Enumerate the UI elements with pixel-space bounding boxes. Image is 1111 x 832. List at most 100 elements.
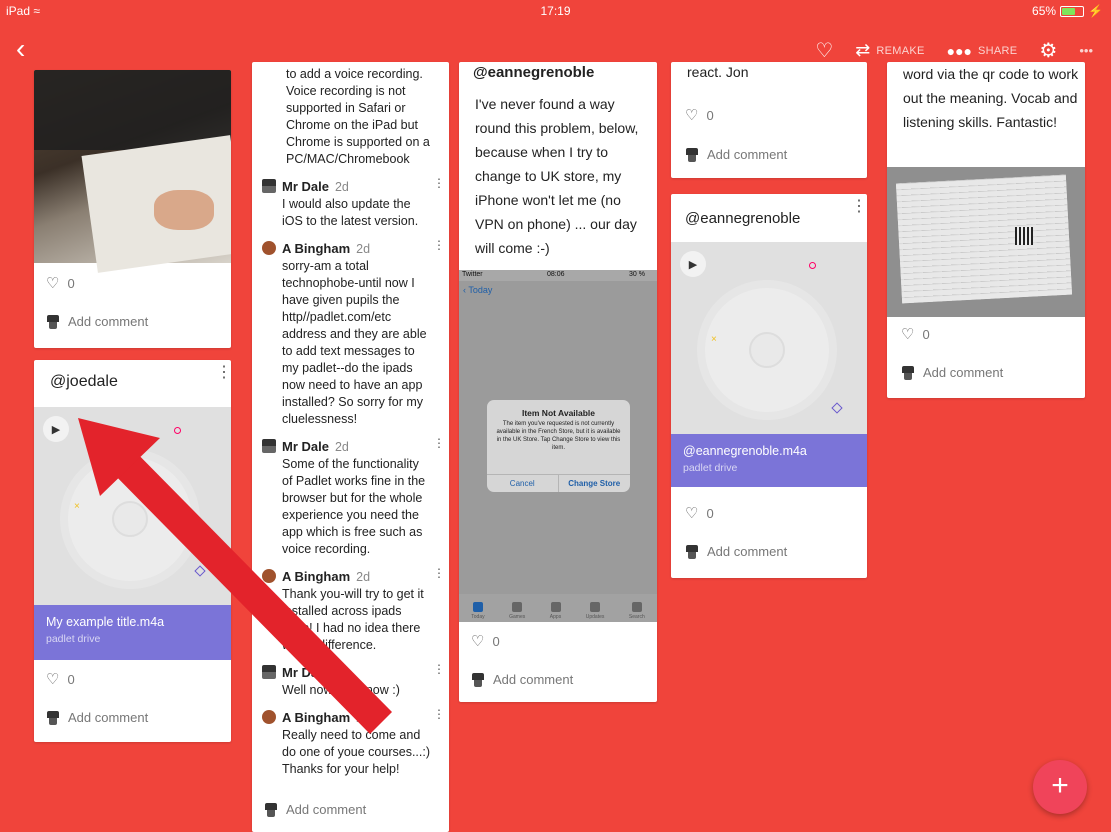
comment-menu-kebab-icon[interactable]: ⋮ [433, 239, 445, 251]
comment-author: A Bingham [282, 710, 351, 725]
play-button[interactable]: ▶ [680, 251, 706, 277]
profile-avatar-icon [262, 241, 276, 255]
comment-item: A Bingham 2d Thank you-will try to get it … [252, 567, 449, 654]
status-bar: iPad ≈ 17:19 65% ⚡ [0, 0, 1111, 22]
comment-menu-kebab-icon[interactable]: ⋮ [433, 708, 445, 720]
post-title: @eannegrenoble [685, 210, 801, 227]
audio-file-name: @eannegrenoble.m4a [683, 444, 807, 458]
comment-text: Thank you-will try to get it installed a… [282, 587, 424, 652]
like-row[interactable]: ♡ 0 [46, 670, 75, 688]
comment-item: Mr Dale 2d I would also update the iOS to … [252, 177, 449, 230]
comment-item: Mr Dale 2d Well now you know :) ⋮ [252, 663, 449, 699]
comment-time: 2d [334, 180, 349, 194]
gear-icon: ⚙ [1039, 40, 1058, 62]
like-row[interactable]: ♡ 0 [471, 632, 500, 650]
comment-time: 2d [356, 570, 371, 584]
comment-author: Mr Dale [282, 665, 329, 680]
audio-file-name: My example title.m4a [46, 615, 165, 629]
post-card-top-col4[interactable]: react. Jon ♡ 0 Add comment [671, 62, 867, 178]
phone-tab-3: Updates [586, 602, 604, 620]
back-chevron-icon[interactable]: ‹ [16, 35, 25, 63]
phone-tab-4: Search [629, 602, 645, 620]
phone-alert: Item Not Available The item you've reque… [487, 400, 630, 492]
comment-menu-kebab-icon[interactable]: ⋮ [433, 177, 445, 189]
audio-file-label[interactable]: @eannegrenoble.m4a padlet drive [671, 434, 867, 487]
audio-artwork: ▶ × [671, 242, 867, 434]
settings-button[interactable]: ⚙ [1039, 38, 1057, 63]
more-button[interactable]: ••• [1079, 43, 1093, 58]
comment-author: A Bingham [282, 241, 351, 256]
audio-file-source: padlet drive [683, 462, 738, 474]
phone-tab-0: Today [471, 602, 485, 620]
post-title: @joedale [50, 373, 118, 390]
like-row[interactable]: ♡ 0 [46, 274, 75, 292]
comment-item: A Bingham 2d sorry-am a total technophobe-… [252, 239, 449, 428]
post-card-audio-joedale[interactable]: @joedale ⋮ ▶ × My example title.m4a padl… [34, 360, 231, 742]
user-avatar-icon [262, 179, 276, 193]
comment-menu-kebab-icon[interactable]: ⋮ [433, 663, 445, 675]
comment-menu-kebab-icon[interactable]: ⋮ [433, 437, 445, 449]
user-avatar-icon [262, 665, 276, 679]
heart-icon: ♡ [685, 107, 699, 124]
battery-percent: 65% [1032, 4, 1057, 18]
user-avatar-icon [901, 365, 915, 380]
heart-icon: ♡ [901, 326, 915, 343]
add-comment-row[interactable]: Add comment [901, 365, 1003, 380]
heart-icon: ♡ [815, 40, 834, 62]
people-icon: ●●● [946, 42, 972, 59]
add-comment-row[interactable]: Add comment [264, 802, 366, 817]
phone-screenshot[interactable]: Twitter 08:06 30 % ‹ Today Item Not Avai… [459, 270, 657, 622]
comment-author: A Bingham [282, 569, 351, 584]
comment-text: Some of the functionality of Padlet work… [282, 457, 426, 556]
top-toolbar: ‹ ♡ ⇄ REMAKE ●●● SHARE ⚙ ••• [0, 35, 1111, 64]
post-card-audio-eannegrenoble[interactable]: @eannegrenoble ⋮ ▶ × @eannegrenoble.m4a … [671, 194, 867, 578]
post-card-eannegrenoble-text[interactable]: @eannegrenoble I've never found a way ro… [459, 62, 657, 702]
comments-card: to add a voice recording. Voice recordin… [252, 62, 449, 832]
more-dots-icon: ••• [1079, 43, 1093, 58]
add-comment-row[interactable]: Add comment [685, 147, 787, 162]
post-card-qr-worksheet[interactable]: word via the qr code to work out the mea… [887, 62, 1085, 398]
like-row[interactable]: ♡ 0 [685, 106, 714, 124]
user-avatar-icon [264, 802, 278, 817]
user-avatar-icon [262, 439, 276, 453]
add-post-fab-button[interactable]: + [1033, 760, 1087, 814]
qr-code-icon [1015, 227, 1033, 245]
comment-continuation: to add a voice recording. Voice recordin… [286, 67, 430, 166]
like-row[interactable]: ♡ 0 [685, 504, 714, 522]
profile-avatar-icon [262, 569, 276, 583]
phone-status-bar: Twitter 08:06 30 % [459, 270, 657, 281]
charging-icon: ⚡ [1088, 4, 1103, 18]
play-button[interactable]: ▶ [43, 416, 69, 442]
phone-back-link: ‹ Today [463, 285, 493, 295]
phone-tabbar: Today Games Apps Updates Search [459, 594, 657, 622]
post-menu-kebab-icon[interactable]: ⋮ [216, 365, 231, 381]
share-button[interactable]: ●●● SHARE [947, 43, 1018, 59]
comment-text: Well now you know :) [282, 683, 400, 697]
comment-item: A Bingham 2d Really need to come and do on… [252, 708, 449, 778]
audio-file-label[interactable]: My example title.m4a padlet drive [34, 605, 231, 660]
like-heart-button[interactable]: ♡ [815, 38, 833, 63]
user-avatar-icon [46, 710, 60, 725]
comment-time: 2d [356, 242, 371, 256]
post-body: word via the qr code to work out the mea… [903, 66, 1079, 130]
remake-button[interactable]: ⇄ REMAKE [855, 40, 924, 61]
post-body: react. Jon [687, 64, 749, 80]
photo-keyboard-writing[interactable] [34, 70, 231, 273]
post-menu-kebab-icon[interactable]: ⋮ [851, 199, 867, 215]
add-comment-row[interactable]: Add comment [471, 672, 573, 687]
comment-menu-kebab-icon[interactable]: ⋮ [433, 567, 445, 579]
post-title: @eannegrenoble [473, 64, 595, 81]
add-comment-row[interactable]: Add comment [46, 314, 148, 329]
worksheet-photo[interactable] [887, 167, 1085, 317]
add-comment-row[interactable]: Add comment [685, 544, 787, 559]
add-comment-row[interactable]: Add comment [46, 710, 148, 725]
phone-tab-1: Games [509, 602, 525, 620]
post-card-photo[interactable]: ♡ 0 Add comment [34, 70, 231, 348]
heart-icon: ♡ [685, 505, 699, 522]
profile-avatar-icon [262, 710, 276, 724]
user-avatar-icon [471, 672, 485, 687]
user-avatar-icon [46, 314, 60, 329]
comment-time: 2d [334, 666, 349, 680]
comment-text: I would also update the iOS to the lates… [282, 197, 419, 228]
like-row[interactable]: ♡ 0 [901, 325, 930, 343]
